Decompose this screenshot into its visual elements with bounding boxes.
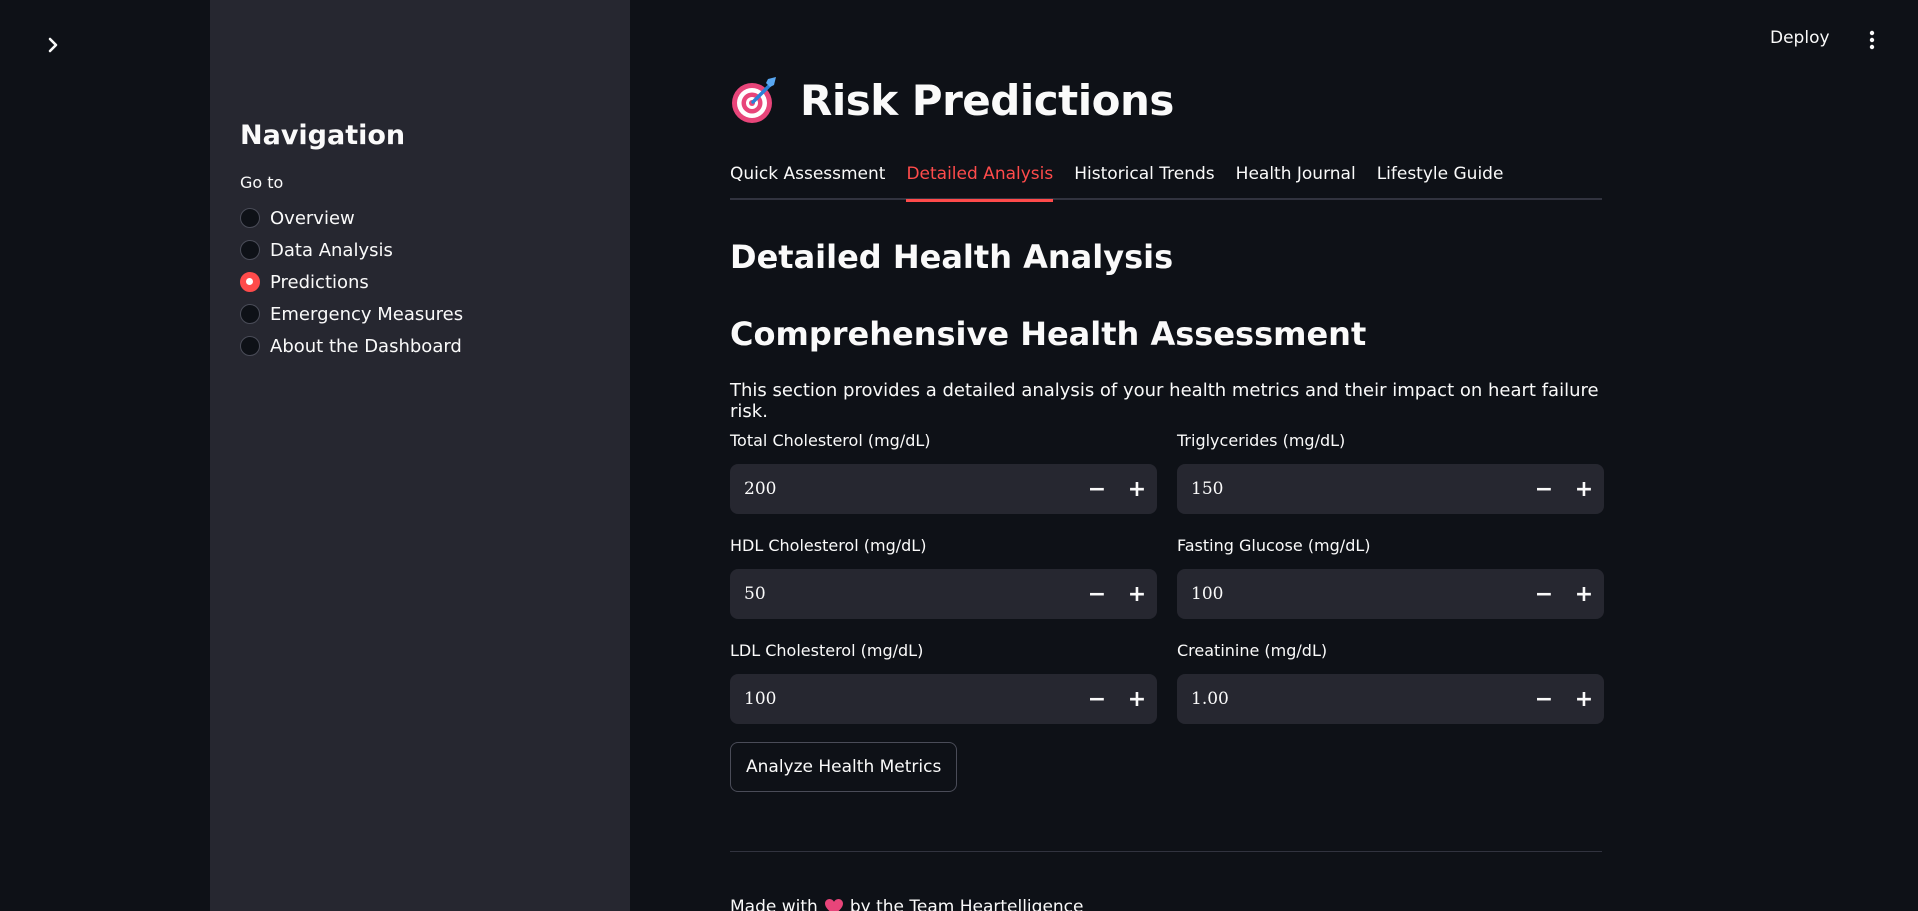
- decrement-button[interactable]: −: [1524, 464, 1564, 514]
- radio-label: Predictions: [270, 271, 369, 293]
- sidebar-title: Navigation: [240, 120, 406, 151]
- deploy-button[interactable]: Deploy: [1770, 28, 1830, 48]
- triglycerides-input[interactable]: 150 − +: [1177, 464, 1604, 514]
- input-value[interactable]: 150: [1177, 479, 1524, 499]
- hdl-cholesterol-field: HDL Cholesterol (mg/dL) 50 − +: [730, 536, 1157, 619]
- hdl-cholesterol-input[interactable]: 50 − +: [730, 569, 1157, 619]
- sidebar: Navigation Go to Overview Data Analysis …: [210, 0, 630, 911]
- tab-health-journal[interactable]: Health Journal: [1236, 158, 1356, 200]
- tab-lifestyle-guide[interactable]: Lifestyle Guide: [1377, 158, 1504, 200]
- ldl-cholesterol-field: LDL Cholesterol (mg/dL) 100 − +: [730, 641, 1157, 724]
- tab-detailed-analysis[interactable]: Detailed Analysis: [906, 158, 1053, 202]
- triglycerides-field: Triglycerides (mg/dL) 150 − +: [1177, 431, 1604, 514]
- field-label: Fasting Glucose (mg/dL): [1177, 536, 1371, 555]
- total-cholesterol-field: Total Cholesterol (mg/dL) 200 − +: [730, 431, 1157, 514]
- decrement-button[interactable]: −: [1077, 464, 1117, 514]
- increment-button[interactable]: +: [1117, 464, 1157, 514]
- expand-sidebar-button[interactable]: [40, 32, 66, 58]
- radio-label: About the Dashboard: [270, 335, 462, 357]
- section-description: This section provides a detailed analysi…: [730, 380, 1599, 422]
- nav-radio-about[interactable]: About the Dashboard: [240, 330, 600, 362]
- input-value[interactable]: 1.00: [1177, 689, 1524, 709]
- page-title: Risk Predictions: [800, 75, 1174, 125]
- footer: Made with by the Team Heartelligence: [730, 897, 1083, 911]
- radio-button[interactable]: [240, 240, 260, 260]
- radio-label: Overview: [270, 207, 355, 229]
- section-title: Detailed Health Analysis: [730, 238, 1174, 276]
- radio-button[interactable]: [240, 208, 260, 228]
- radio-button-selected[interactable]: [240, 272, 260, 292]
- subsection-title: Comprehensive Health Assessment: [730, 315, 1367, 353]
- nav-radio-predictions[interactable]: Predictions: [240, 266, 600, 298]
- increment-button[interactable]: +: [1117, 569, 1157, 619]
- analyze-health-metrics-button[interactable]: Analyze Health Metrics: [730, 742, 958, 792]
- fasting-glucose-field: Fasting Glucose (mg/dL) 100 − +: [1177, 536, 1604, 619]
- radio-group-label: Go to: [240, 173, 284, 192]
- page-header: Risk Predictions: [730, 75, 1174, 125]
- field-label: Triglycerides (mg/dL): [1177, 431, 1346, 450]
- heart-icon: [824, 899, 843, 911]
- radio-label: Data Analysis: [270, 239, 393, 261]
- increment-button[interactable]: +: [1564, 674, 1604, 724]
- decrement-button[interactable]: −: [1524, 569, 1564, 619]
- ldl-cholesterol-input[interactable]: 100 − +: [730, 674, 1157, 724]
- decrement-button[interactable]: −: [1524, 674, 1564, 724]
- main-content: Risk Predictions Quick Assessment Detail…: [730, 0, 1604, 911]
- divider: [730, 851, 1602, 852]
- radio-button[interactable]: [240, 336, 260, 356]
- tab-quick-assessment[interactable]: Quick Assessment: [730, 158, 885, 200]
- creatinine-field: Creatinine (mg/dL) 1.00 − +: [1177, 641, 1604, 724]
- decrement-button[interactable]: −: [1077, 674, 1117, 724]
- field-label: LDL Cholesterol (mg/dL): [730, 641, 924, 660]
- sidebar-rail: [0, 0, 210, 911]
- radio-label: Emergency Measures: [270, 303, 464, 325]
- field-label: Creatinine (mg/dL): [1177, 641, 1328, 660]
- app: Navigation Go to Overview Data Analysis …: [0, 0, 1918, 911]
- input-value[interactable]: 100: [1177, 584, 1524, 604]
- increment-button[interactable]: +: [1564, 464, 1604, 514]
- total-cholesterol-input[interactable]: 200 − +: [730, 464, 1157, 514]
- creatinine-input[interactable]: 1.00 − +: [1177, 674, 1604, 724]
- nav-radio-data-analysis[interactable]: Data Analysis: [240, 234, 600, 266]
- footer-suffix: by the Team Heartelligence: [849, 897, 1084, 911]
- tab-bar: Quick Assessment Detailed Analysis Histo…: [730, 158, 1602, 202]
- nav-radio-emergency-measures[interactable]: Emergency Measures: [240, 298, 600, 330]
- field-label: HDL Cholesterol (mg/dL): [730, 536, 927, 555]
- nav-radio-group: Overview Data Analysis Predictions Emerg…: [240, 202, 600, 362]
- input-value[interactable]: 50: [730, 584, 1077, 604]
- decrement-button[interactable]: −: [1077, 569, 1117, 619]
- input-value[interactable]: 100: [730, 689, 1077, 709]
- input-value[interactable]: 200: [730, 479, 1077, 499]
- radio-button[interactable]: [240, 304, 260, 324]
- increment-button[interactable]: +: [1564, 569, 1604, 619]
- increment-button[interactable]: +: [1117, 674, 1157, 724]
- dart-target-icon: [732, 77, 776, 123]
- tab-historical-trends[interactable]: Historical Trends: [1074, 158, 1214, 200]
- chevron-right-icon: [48, 37, 58, 53]
- field-label: Total Cholesterol (mg/dL): [730, 431, 931, 450]
- fasting-glucose-input[interactable]: 100 − +: [1177, 569, 1604, 619]
- main-menu-button[interactable]: [1863, 28, 1881, 52]
- vertical-dots-icon: [1869, 30, 1875, 50]
- footer-prefix: Made with: [730, 897, 818, 911]
- nav-radio-overview[interactable]: Overview: [240, 202, 600, 234]
